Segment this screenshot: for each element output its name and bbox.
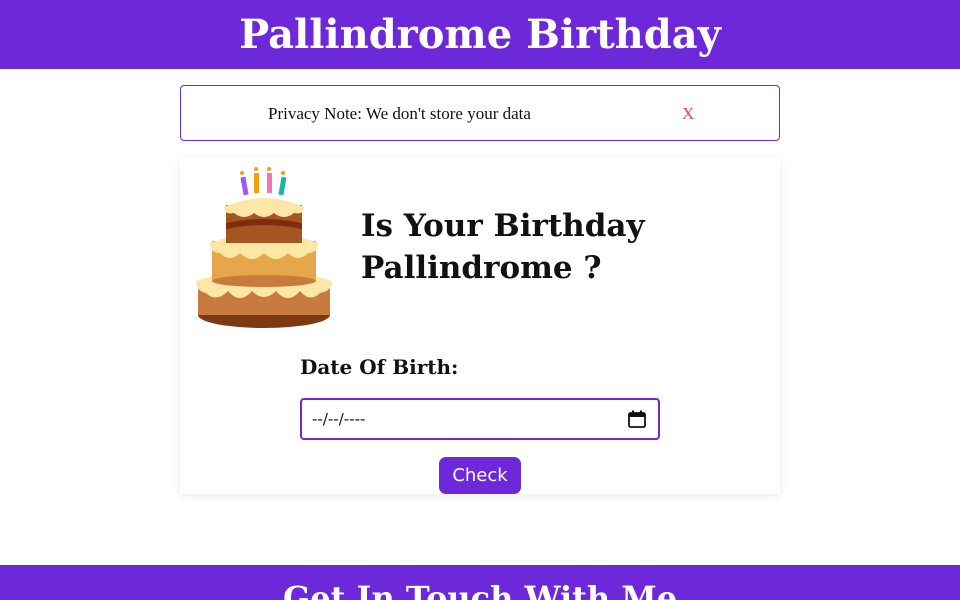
birthday-cake-icon [196,167,332,328]
close-privacy-button[interactable]: X [682,104,694,124]
privacy-banner: Privacy Note: We don't store your data X [180,85,780,141]
date-of-birth-input[interactable]: --/--/---- [300,398,660,440]
check-button[interactable]: Check [439,457,521,494]
dob-label: Date Of Birth: [300,355,459,379]
birthday-card: Is Your Birthday Pallindrome ? Date Of B… [180,157,780,494]
calendar-icon[interactable] [628,410,646,428]
card-title: Is Your Birthday Pallindrome ? [361,208,645,286]
privacy-note: Privacy Note: We don't store your data [268,104,531,123]
page-header: Pallindrome Birthday [0,0,960,69]
footer: Get In Touch With Me [0,565,960,600]
footer-title: Get In Touch With Me [282,579,678,600]
date-value: --/--/---- [312,410,366,428]
page-title: Pallindrome Birthday [239,11,721,58]
